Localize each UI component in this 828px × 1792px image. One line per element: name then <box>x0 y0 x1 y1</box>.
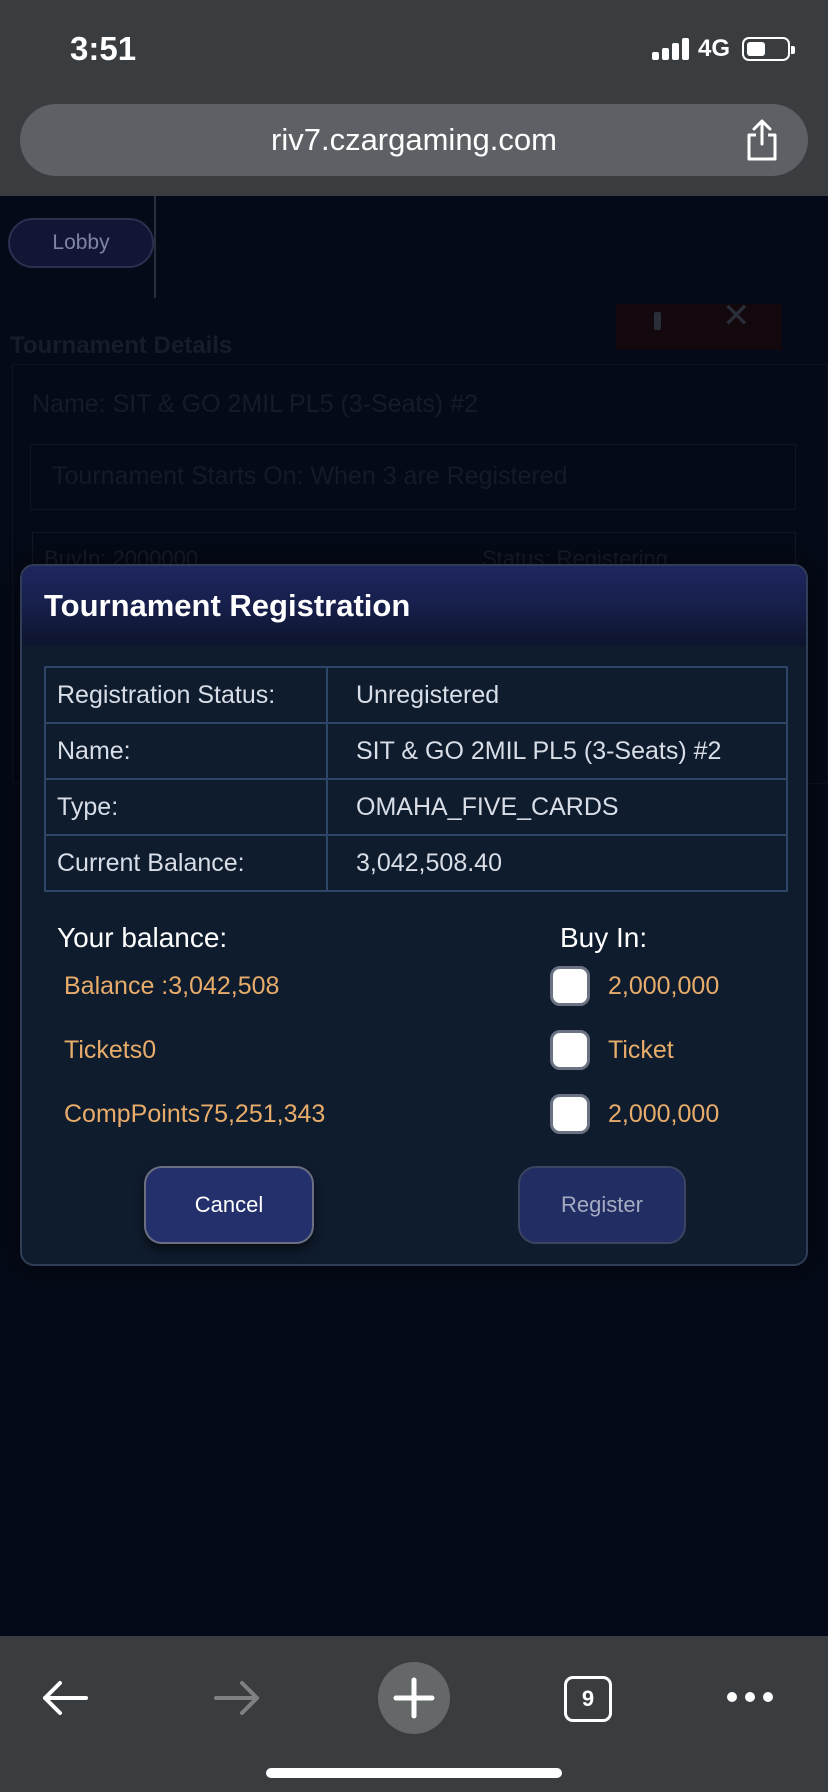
tournament-name: Name: SIT & GO 2MIL PL5 (3-Seats) #2 <box>32 390 479 418</box>
status-bar: 3:51 4G <box>0 0 828 100</box>
lobby-button[interactable]: Lobby <box>8 218 154 268</box>
row-value: SIT & GO 2MIL PL5 (3-Seats) #2 <box>326 722 788 780</box>
url-text: riv7.czargaming.com <box>271 122 557 157</box>
row-value: OMAHA_FIVE_CARDS <box>326 778 788 836</box>
tickets-count: Tickets0 <box>64 1036 157 1064</box>
cellular-signal-icon <box>652 36 692 60</box>
tournament-start-info: Tournament Starts On: When 3 are Registe… <box>52 462 568 490</box>
register-button[interactable]: Register <box>518 1166 686 1244</box>
registration-modal: Tournament Registration Registration Sta… <box>20 564 808 1266</box>
modal-header: Tournament Registration <box>22 566 806 646</box>
row-label: Registration Status: <box>44 666 328 724</box>
plus-icon <box>393 1677 435 1719</box>
row-value: 3,042,508.40 <box>326 834 788 892</box>
table-row: Registration Status: Unregistered <box>44 666 788 724</box>
divider <box>154 196 156 298</box>
table-row: Name: SIT & GO 2MIL PL5 (3-Seats) #2 <box>44 722 788 780</box>
home-indicator[interactable] <box>266 1768 562 1778</box>
share-icon[interactable] <box>742 118 782 162</box>
header-action-area <box>616 304 782 350</box>
battery-fill <box>747 42 765 56</box>
modal-title: Tournament Registration <box>44 588 411 623</box>
buyin-balance-checkbox[interactable] <box>550 966 590 1006</box>
tabs-button[interactable]: 9 <box>564 1676 612 1722</box>
row-label: Name: <box>44 722 328 780</box>
address-bar-area: riv7.czargaming.com <box>0 100 828 196</box>
more-options-icon[interactable] <box>726 1690 774 1704</box>
comp-points: CompPoints75,251,343 <box>64 1100 326 1128</box>
address-bar[interactable]: riv7.czargaming.com <box>20 104 808 176</box>
row-value: Unregistered <box>326 666 788 724</box>
buyin-ticket-checkbox[interactable] <box>550 1030 590 1070</box>
status-time: 3:51 <box>70 30 137 67</box>
info-icon[interactable] <box>654 312 661 330</box>
buyin-comppoints-label: 2,000,000 <box>608 1100 720 1128</box>
buyin-comppoints-checkbox[interactable] <box>550 1094 590 1134</box>
close-icon[interactable]: ✕ <box>722 296 751 336</box>
buyin-ticket-label: Ticket <box>608 1036 674 1064</box>
forward-arrow-icon[interactable] <box>212 1678 262 1718</box>
battery-icon <box>742 37 795 61</box>
your-balance-heading: Your balance: <box>57 922 228 953</box>
new-tab-button[interactable] <box>378 1662 450 1734</box>
network-type: 4G <box>698 35 731 62</box>
browser-toolbar: 9 <box>0 1636 828 1792</box>
table-row: Current Balance: 3,042,508.40 <box>44 834 788 892</box>
cancel-button[interactable]: Cancel <box>144 1166 314 1244</box>
balance-amount: Balance :3,042,508 <box>64 972 280 1000</box>
tournament-details-title: Tournament Details <box>10 332 233 359</box>
table-row: Type: OMAHA_FIVE_CARDS <box>44 778 788 836</box>
buy-in-heading: Buy In: <box>560 922 648 953</box>
row-label: Type: <box>44 778 328 836</box>
back-arrow-icon[interactable] <box>40 1678 90 1718</box>
row-label: Current Balance: <box>44 834 328 892</box>
registration-info-table: Registration Status: Unregistered Name: … <box>44 666 788 892</box>
buyin-balance-label: 2,000,000 <box>608 972 720 1000</box>
